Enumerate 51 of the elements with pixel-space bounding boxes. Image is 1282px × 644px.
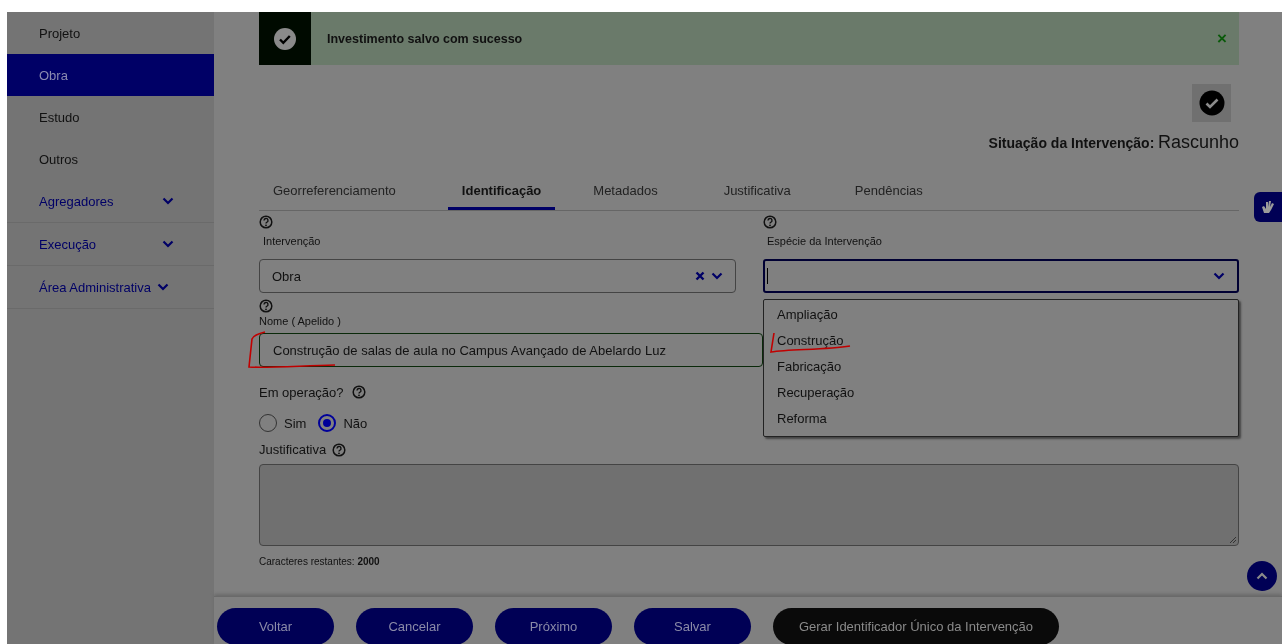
chevron-down-icon <box>711 272 723 280</box>
character-counter: Caracteres restantes: 2000 <box>259 556 381 567</box>
sidebar-item[interactable]: Outros <box>7 138 214 180</box>
field-label: Justificativa <box>259 442 327 457</box>
field-label: Nome ( Apelido ) <box>259 315 341 327</box>
field-label: Espécie da Intervenção <box>767 235 883 247</box>
status-value: Rascunho <box>1157 132 1239 152</box>
sidebar-item[interactable]: Estudo <box>7 96 214 138</box>
tab[interactable]: Identificação <box>447 175 556 210</box>
radio-option[interactable]: Sim <box>259 414 307 432</box>
help-icon[interactable] <box>332 442 347 457</box>
check-circle-icon <box>1198 90 1225 116</box>
radio-button[interactable] <box>318 414 337 432</box>
dropdown-option[interactable]: Recuperação <box>764 380 1238 406</box>
action-button[interactable]: Voltar <box>217 608 334 644</box>
action-button[interactable]: Salvar <box>634 608 751 644</box>
text-input[interactable]: Construção de salas de aula no Campus Avançado de Abelardo Luz <box>259 333 763 367</box>
help-icon[interactable] <box>763 215 777 229</box>
question-label: Em operação? <box>259 385 344 400</box>
tab[interactable]: Metadados <box>579 175 672 210</box>
help-icon[interactable] <box>351 385 366 399</box>
chevron-down-icon <box>157 283 169 291</box>
toast-message: Investimento salvo com sucesso <box>327 31 524 46</box>
chevron-down-icon <box>162 197 174 205</box>
select-field[interactable]: Obra <box>259 259 736 293</box>
action-button[interactable]: Gerar Identificador Único da Intervenção <box>773 608 1059 644</box>
accessibility-button[interactable] <box>1254 192 1282 222</box>
status-label: Situação da Intervenção: <box>988 135 1155 151</box>
dropdown-option[interactable]: Fabricação <box>764 354 1238 380</box>
sidebar-item[interactable]: Projeto <box>7 12 214 54</box>
clear-icon[interactable] <box>695 271 705 281</box>
resize-grip-icon <box>1229 536 1237 544</box>
help-icon[interactable] <box>259 299 273 313</box>
check-circle-icon <box>273 26 297 51</box>
chevron-down-icon <box>162 240 174 248</box>
help-icon[interactable] <box>259 215 273 229</box>
select-field[interactable] <box>763 259 1239 293</box>
chevron-down-icon <box>1213 272 1225 280</box>
action-button[interactable]: Próximo <box>495 608 612 644</box>
dropdown-option[interactable]: Reforma <box>764 406 1238 432</box>
chevron-up-icon <box>1256 572 1268 580</box>
dropdown-option[interactable]: Construção <box>764 328 1238 354</box>
sidebar-item[interactable]: Obra <box>7 54 214 96</box>
tab[interactable]: Pendências <box>840 175 937 210</box>
tab[interactable]: Justificativa <box>709 175 805 210</box>
action-button[interactable]: Cancelar <box>356 608 473 644</box>
radio-option[interactable]: Não <box>318 414 368 432</box>
field-label: Intervenção <box>263 235 322 247</box>
hand-icon <box>1260 199 1276 215</box>
tab[interactable]: Georreferenciamento <box>259 175 410 210</box>
dropdown-option[interactable]: Ampliação <box>764 302 1238 328</box>
